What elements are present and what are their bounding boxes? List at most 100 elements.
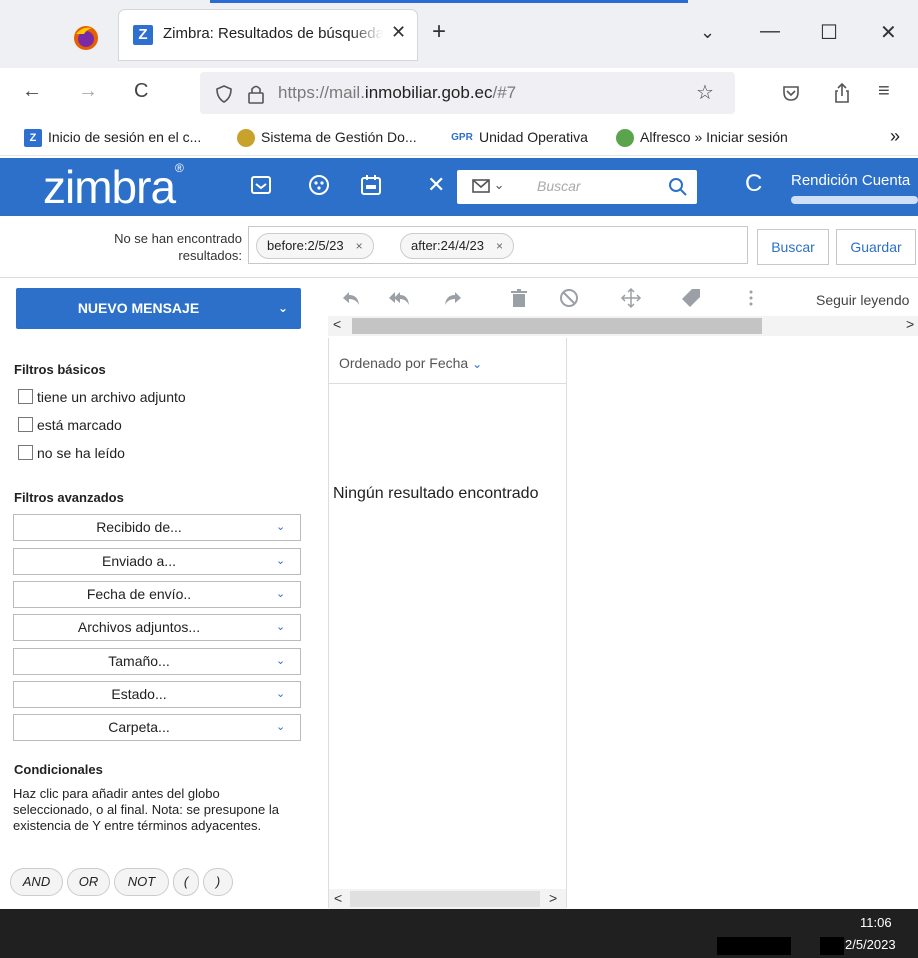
filter-unread[interactable]: no se ha leído (18, 445, 125, 461)
no-results-label: No se han encontrado resultados: (114, 231, 242, 263)
user-account-label[interactable]: Rendición Cuenta (791, 172, 910, 189)
chevron-down-icon: ⌄ (493, 177, 505, 192)
scroll-left-icon[interactable]: < (334, 890, 342, 906)
filter-sent-to[interactable]: Enviado a... ⌄ (13, 548, 301, 575)
share-icon[interactable] (832, 82, 852, 104)
more-bookmarks-icon[interactable]: » (890, 126, 900, 147)
scroll-right-icon[interactable]: > (549, 890, 557, 906)
reload-icon[interactable]: C (134, 80, 148, 103)
more-options-icon[interactable] (740, 287, 762, 309)
filter-size[interactable]: Tamaño... ⌄ (13, 648, 301, 675)
reply-icon[interactable] (340, 287, 362, 309)
checkbox[interactable] (18, 445, 33, 460)
open-paren-button[interactable]: ( (173, 868, 199, 896)
chevron-down-icon: ⌄ (276, 555, 286, 567)
chevron-down-icon[interactable]: ⌄ (278, 288, 288, 329)
checkbox[interactable] (18, 389, 33, 404)
close-paren-button[interactable]: ) (203, 868, 233, 896)
maximize-button[interactable]: ☐ (820, 20, 838, 45)
filter-attachments[interactable]: Archivos adjuntos... ⌄ (13, 614, 301, 641)
zimbra-favicon-icon: Z (133, 25, 153, 45)
filter-status[interactable]: Estado... ⌄ (13, 681, 301, 708)
scroll-right-icon[interactable]: > (906, 316, 914, 332)
basic-filters-title: Filtros básicos (14, 362, 106, 377)
search-chip-before[interactable]: before:2/5/23 × (256, 233, 374, 259)
back-icon[interactable]: ← (22, 80, 42, 103)
bookmark-item[interactable]: GPR Unidad Operativa (451, 129, 588, 147)
mail-app-icon[interactable] (250, 174, 272, 196)
new-tab-button[interactable]: + (432, 18, 446, 46)
forward-icon[interactable] (442, 287, 464, 309)
guardar-button[interactable]: Guardar (836, 229, 916, 265)
alfresco-icon (616, 129, 634, 148)
tag-icon[interactable] (680, 287, 702, 309)
refresh-icon[interactable]: C (745, 170, 762, 198)
chevron-down-icon: ⌄ (276, 688, 286, 700)
tab-title: Zimbra: Resultados de búsqueda (163, 25, 383, 42)
bookmark-star-icon[interactable]: ☆ (696, 80, 714, 105)
chevron-down-icon: ⌄ (472, 357, 483, 371)
conditionals-help-text: Haz clic para añadir antes del globo sel… (13, 786, 279, 833)
close-search-icon[interactable]: ✕ (427, 172, 445, 198)
close-window-button[interactable]: ✕ (880, 20, 897, 45)
firefox-icon[interactable] (72, 24, 100, 52)
gpr-icon: GPR (451, 132, 473, 144)
active-tab[interactable]: Z Zimbra: Resultados de búsqueda ✕ (119, 10, 417, 60)
sort-by-date-button[interactable]: Ordenado por Fecha ⌄ (339, 355, 482, 371)
filter-date[interactable]: Fecha de envío.. ⌄ (13, 581, 301, 608)
reading-pane-label[interactable]: Seguir leyendo (816, 292, 909, 308)
filter-received-from[interactable]: Recibido de... ⌄ (13, 514, 301, 541)
or-operator-button[interactable]: OR (67, 868, 110, 896)
chevron-down-icon: ⌄ (276, 621, 286, 633)
search-placeholder: Buscar (537, 178, 581, 194)
zimbra-logo[interactable]: zimbra® (43, 158, 184, 216)
bookmark-item[interactable]: Z Inicio de sesión en el c... (24, 129, 201, 148)
bookmark-item[interactable]: Sistema de Gestión Do... (237, 129, 417, 148)
not-operator-button[interactable]: NOT (114, 868, 169, 896)
zimbra-icon: Z (24, 129, 42, 148)
lock-icon[interactable] (246, 83, 266, 105)
shield-icon[interactable] (214, 84, 234, 104)
filter-flagged[interactable]: está marcado (18, 417, 122, 433)
chevron-down-icon: ⌄ (276, 721, 286, 733)
empty-results-message: Ningún resultado encontrado (333, 485, 539, 502)
chip-remove-icon[interactable]: × (356, 239, 363, 253)
quota-progress-bar (791, 196, 918, 204)
chevron-down-icon: ⌄ (276, 588, 286, 600)
pocket-icon[interactable] (781, 83, 801, 103)
contacts-app-icon[interactable] (308, 174, 330, 196)
chevron-down-icon: ⌄ (276, 521, 286, 533)
top-link-fragment (210, 0, 688, 3)
minimize-button[interactable]: — (760, 20, 780, 43)
scrollbar-thumb[interactable] (352, 318, 762, 334)
spam-block-icon[interactable] (558, 287, 580, 309)
message-list-pane (328, 338, 567, 908)
chip-remove-icon[interactable]: × (496, 239, 503, 253)
clock-time[interactable]: 11:06 (860, 915, 892, 930)
envelope-icon (472, 178, 490, 193)
search-type-selector[interactable]: ⌄ (472, 177, 505, 193)
filter-has-attachment[interactable]: tiene un archivo adjunto (18, 389, 186, 405)
scrollbar-thumb[interactable] (350, 891, 540, 907)
search-chip-after[interactable]: after:24/4/23 × (400, 233, 515, 259)
and-operator-button[interactable]: AND (10, 868, 63, 896)
menu-icon[interactable]: ≡ (878, 80, 890, 103)
chevron-down-icon: ⌄ (276, 655, 286, 667)
search-icon[interactable] (668, 177, 688, 197)
trash-icon[interactable] (508, 287, 530, 309)
filter-folder[interactable]: Carpeta... ⌄ (13, 714, 301, 741)
clock-date[interactable]: 2/5/2023 (845, 937, 896, 952)
move-icon[interactable] (620, 287, 642, 309)
scroll-left-icon[interactable]: < (333, 316, 341, 332)
new-message-button[interactable]: NUEVO MENSAJE ⌄ (16, 288, 301, 329)
forward-icon[interactable]: → (78, 80, 98, 103)
list-tabs-icon[interactable]: ⌄ (700, 22, 715, 43)
advanced-filters-title: Filtros avanzados (14, 490, 124, 505)
buscar-button[interactable]: Buscar (757, 229, 829, 265)
url-text[interactable]: https://mail.inmobiliar.gob.ec/#7 (278, 83, 516, 103)
tab-close-icon[interactable]: ✕ (391, 22, 406, 43)
bookmark-item[interactable]: Alfresco » Iniciar sesión (616, 129, 788, 148)
reply-all-icon[interactable] (388, 287, 410, 309)
calendar-app-icon[interactable] (360, 174, 382, 196)
checkbox[interactable] (18, 417, 33, 432)
